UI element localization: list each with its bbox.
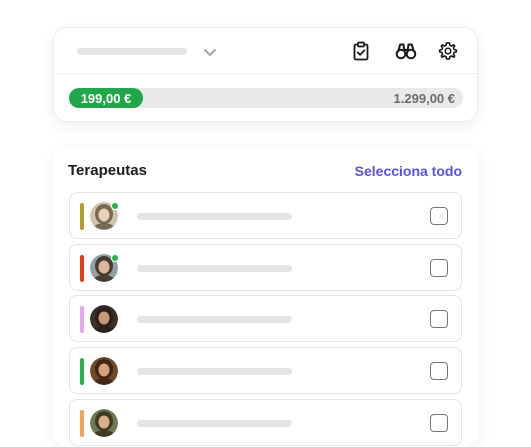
- gear-icon: [438, 42, 458, 60]
- therapists-panel: Terapeutas Selecciona todo: [53, 147, 478, 447]
- therapist-color-bar: [80, 203, 84, 230]
- therapist-color-bar: [80, 255, 84, 282]
- therapists-title: Terapeutas: [68, 162, 147, 179]
- avatar: [90, 305, 118, 333]
- binoculars-button[interactable]: [395, 40, 417, 62]
- therapist-checkbox[interactable]: [430, 310, 448, 328]
- chevron-down-icon[interactable]: [202, 44, 218, 60]
- select-placeholder[interactable]: [77, 48, 187, 55]
- therapist-checkbox[interactable]: [430, 362, 448, 380]
- filter-panel: 199,00 € 1.299,00 €: [53, 27, 478, 122]
- therapist-name-placeholder: [137, 265, 292, 272]
- therapist-name-placeholder: [137, 420, 292, 427]
- budget-progress-bar: 199,00 € 1.299,00 €: [69, 88, 463, 108]
- therapist-color-bar: [80, 410, 84, 437]
- therapist-row[interactable]: [69, 399, 462, 446]
- toolbar: [54, 28, 477, 74]
- therapist-checkbox[interactable]: [430, 207, 448, 225]
- therapist-checkbox[interactable]: [430, 259, 448, 277]
- budget-max-value: 1.299,00 €: [393, 91, 455, 106]
- therapist-color-bar: [80, 306, 84, 333]
- online-status-dot: [111, 202, 119, 210]
- therapist-row[interactable]: [69, 244, 462, 291]
- budget-progress-fill: 199,00 €: [69, 88, 143, 108]
- select-all-link[interactable]: Selecciona todo: [355, 163, 462, 179]
- therapist-checkbox[interactable]: [430, 414, 448, 432]
- avatar: [90, 409, 118, 437]
- therapist-row[interactable]: [69, 347, 462, 394]
- binoculars-icon: [395, 43, 417, 60]
- therapist-name-placeholder: [137, 316, 292, 323]
- therapist-name-placeholder: [137, 368, 292, 375]
- online-status-dot: [111, 254, 119, 262]
- clipboard-check-button[interactable]: [350, 40, 372, 62]
- therapist-row[interactable]: [69, 295, 462, 342]
- avatar: [90, 357, 118, 385]
- therapist-color-bar: [80, 358, 84, 385]
- budget-current-value: 199,00 €: [80, 90, 132, 106]
- clipboard-check-icon: [353, 41, 369, 61]
- therapist-row[interactable]: [69, 192, 462, 239]
- settings-button[interactable]: [437, 40, 459, 62]
- therapist-name-placeholder: [137, 213, 292, 220]
